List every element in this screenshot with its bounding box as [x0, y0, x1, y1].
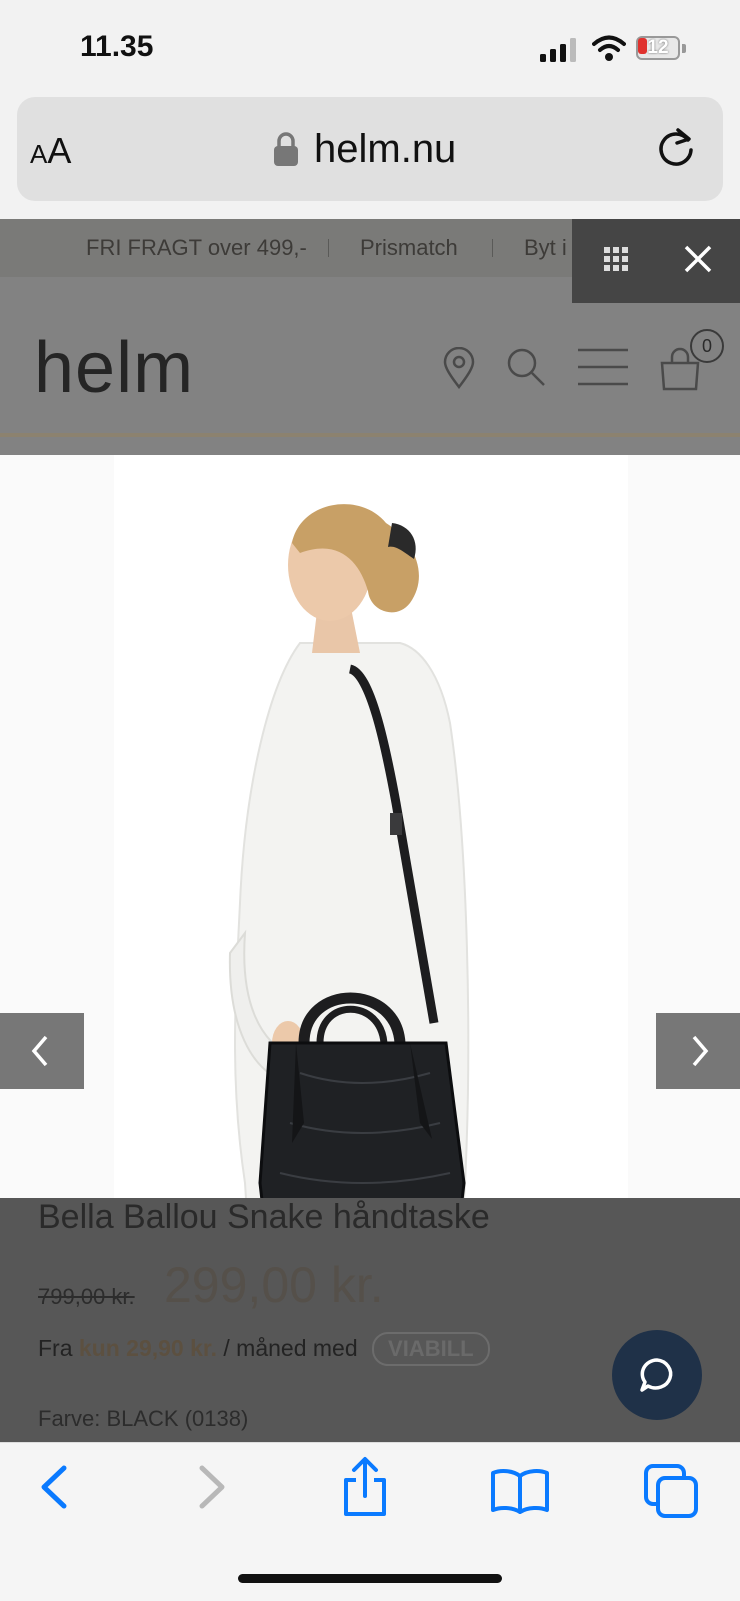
url-host[interactable]: helm.nu: [314, 127, 456, 172]
chevron-left-icon: [31, 1035, 48, 1067]
next-image-button[interactable]: [656, 1013, 740, 1089]
home-indicator: [238, 1574, 502, 1583]
text-size-button[interactable]: AA: [30, 130, 71, 172]
close-icon[interactable]: [682, 243, 714, 275]
cart-count-badge[interactable]: 0: [690, 329, 724, 363]
forward-icon[interactable]: [196, 1464, 228, 1510]
chat-bubble-icon: [640, 1358, 673, 1392]
financing-text: Fra kun 29,90 kr. / måned med VIABILL: [38, 1332, 490, 1366]
header-strip: [0, 437, 740, 455]
usp-divider: [328, 239, 329, 257]
menu-icon[interactable]: [576, 347, 630, 387]
store-location-icon[interactable]: [442, 347, 476, 389]
financing-prefix: Fra: [38, 1335, 73, 1361]
financing-suffix: / måned med: [223, 1335, 358, 1361]
chevron-right-icon: [692, 1035, 709, 1067]
overlay-controls: [572, 219, 740, 303]
sale-price: 299,00 kr.: [164, 1257, 384, 1313]
usp-price-match: Prismatch: [360, 235, 458, 260]
tabs-icon[interactable]: [644, 1464, 698, 1518]
grid-icon[interactable]: [604, 247, 628, 271]
old-price: 799,00 kr.: [38, 1284, 135, 1309]
product-title: Bella Ballou Snake håndtaske: [38, 1198, 490, 1236]
usp-free-shipping: FRI FRAGT over 499,-: [86, 235, 307, 260]
share-icon[interactable]: [340, 1456, 390, 1518]
cellular-signal-icon: [540, 38, 576, 62]
back-icon[interactable]: [38, 1464, 70, 1510]
battery-icon: 12: [636, 36, 688, 62]
site-logo[interactable]: helm: [34, 327, 194, 409]
color-selector-label: Farve: BLACK (0138): [38, 1406, 249, 1431]
status-time: 11.35: [80, 30, 154, 63]
search-icon[interactable]: [506, 347, 546, 387]
prev-image-button[interactable]: [0, 1013, 84, 1089]
chat-button[interactable]: [612, 1330, 702, 1420]
viabill-badge[interactable]: VIABILL: [372, 1332, 490, 1366]
lock-icon: [274, 132, 298, 166]
usp-divider: [492, 239, 493, 257]
battery-level: 12: [647, 37, 669, 58]
reload-icon[interactable]: [656, 126, 696, 168]
wifi-icon: [592, 35, 626, 61]
financing-amount: kun 29,90 kr.: [78, 1335, 217, 1361]
bookmarks-icon[interactable]: [490, 1468, 550, 1514]
